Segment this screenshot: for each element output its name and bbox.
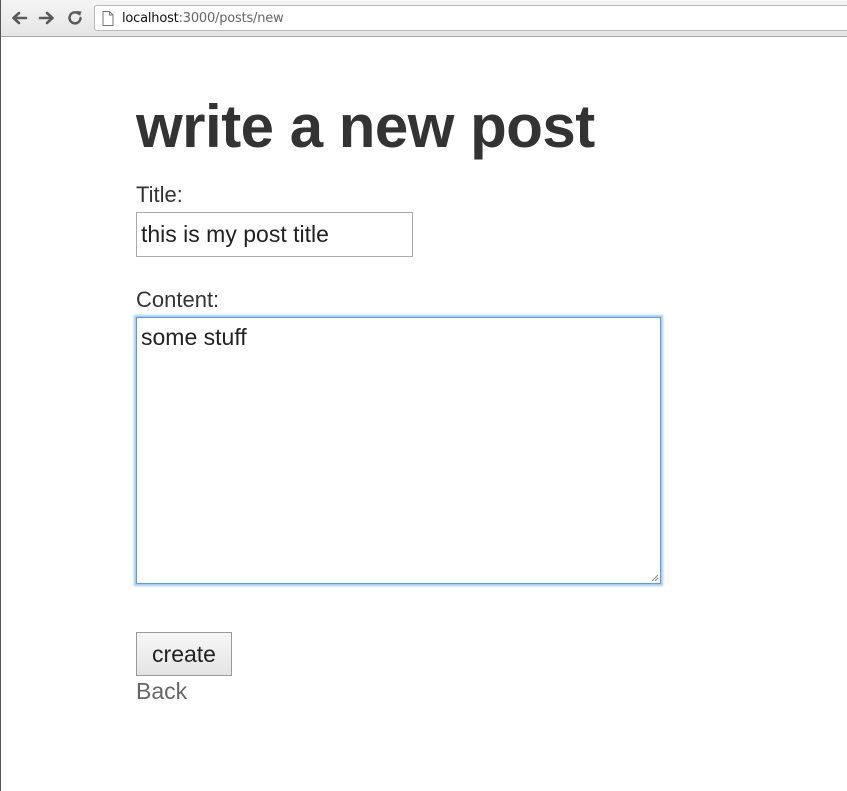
- url-text: localhost:3000/posts/new: [122, 11, 284, 26]
- arrow-left-icon: [12, 11, 28, 25]
- reload-button[interactable]: [64, 8, 86, 28]
- content-textarea[interactable]: some stuff: [136, 317, 661, 584]
- create-button[interactable]: create: [136, 632, 232, 676]
- content-label: Content:: [136, 287, 220, 312]
- title-input[interactable]: [136, 212, 413, 257]
- url-path: :3000/posts/new: [178, 10, 284, 26]
- forward-button[interactable]: [36, 8, 58, 28]
- title-label: Title:: [136, 182, 183, 207]
- back-link[interactable]: Back: [136, 678, 187, 705]
- page-title: write a new post: [136, 93, 595, 160]
- browser-window: localhost:3000/posts/new write a new pos…: [0, 0, 847, 791]
- url-host: localhost: [122, 10, 179, 26]
- arrow-right-icon: [38, 11, 54, 25]
- resize-grip-icon[interactable]: [651, 574, 659, 582]
- back-button[interactable]: [8, 8, 30, 28]
- reload-icon: [68, 11, 82, 25]
- page-icon: [102, 10, 114, 26]
- browser-toolbar: localhost:3000/posts/new: [1, 0, 847, 37]
- address-bar[interactable]: localhost:3000/posts/new: [94, 5, 847, 31]
